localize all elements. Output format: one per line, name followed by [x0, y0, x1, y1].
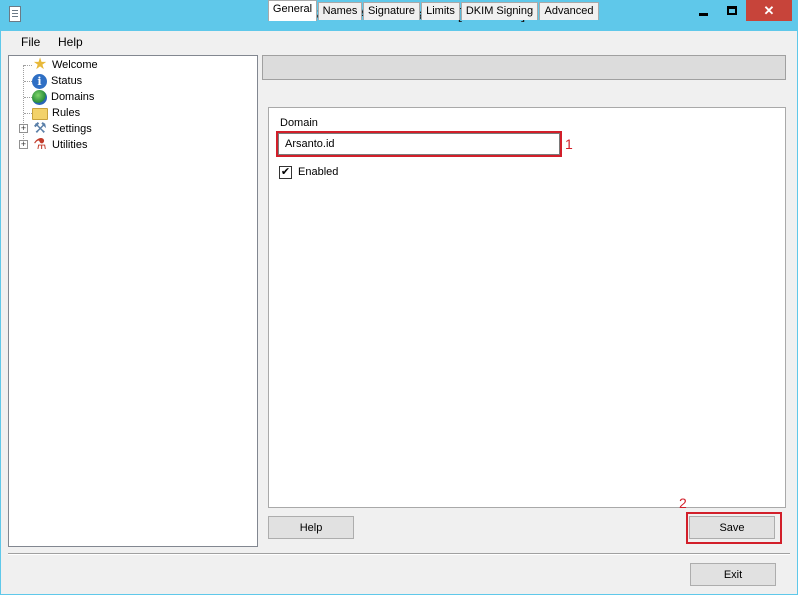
maximize-icon: [726, 6, 737, 15]
minimize-button[interactable]: [690, 0, 717, 21]
help-button[interactable]: Help: [268, 516, 354, 539]
general-tab-panel: [268, 107, 786, 508]
tree-item-label: Settings: [52, 123, 92, 135]
tree-connector: [24, 113, 32, 114]
tools-icon: ⚒: [33, 120, 47, 137]
tree-item-label: Rules: [52, 107, 81, 119]
folder-icon: [32, 108, 48, 120]
minimize-icon: [699, 13, 708, 16]
utilities-icon: ⚗: [33, 136, 47, 153]
tab-names[interactable]: Names: [318, 2, 362, 20]
enabled-checkbox[interactable]: ✔: [279, 166, 292, 179]
tree-item-domains[interactable]: Domains: [32, 89, 94, 105]
expand-utilities-icon[interactable]: +: [19, 140, 28, 149]
checkmark-icon: ✔: [280, 166, 291, 178]
tree-item-welcome[interactable]: ★ Welcome: [32, 57, 98, 73]
tree-item-label: Domains: [51, 91, 95, 103]
exit-button[interactable]: Exit: [690, 563, 776, 586]
tab-signature[interactable]: Signature: [363, 2, 420, 20]
tab-general[interactable]: General: [268, 0, 317, 21]
tab-dkim-signing[interactable]: DKIM Signing: [461, 2, 538, 20]
enabled-label: Enabled: [298, 166, 339, 178]
domain-label: Domain: [280, 117, 318, 129]
content-header: [262, 55, 786, 80]
star-icon: ★: [32, 56, 48, 73]
tab-limits[interactable]: Limits: [421, 2, 460, 20]
tree-item-status[interactable]: i Status: [32, 73, 82, 89]
navigation-tree[interactable]: ★ Welcome i Status Domains Rules + ⚒ Set…: [8, 55, 258, 547]
highlight-box-1: [276, 131, 562, 157]
highlight-marker-1: 1: [565, 136, 573, 152]
tree-item-utilities[interactable]: ⚗ Utilities: [32, 137, 87, 153]
highlight-box-2: [686, 512, 782, 544]
tab-advanced[interactable]: Advanced: [539, 2, 599, 20]
tree-connector: [24, 97, 32, 98]
tree-item-rules[interactable]: Rules: [32, 105, 80, 121]
tree-item-settings[interactable]: ⚒ Settings: [32, 120, 92, 137]
menu-bar: File Help: [0, 31, 798, 53]
maximize-button[interactable]: [718, 0, 745, 21]
close-icon: ✕: [763, 2, 775, 18]
menu-file[interactable]: File: [21, 35, 40, 49]
expand-settings-icon[interactable]: +: [19, 124, 28, 133]
tree-connector: [24, 81, 32, 82]
menu-help[interactable]: Help: [58, 35, 83, 49]
tree-item-label: Welcome: [52, 59, 98, 71]
bottom-separator: [8, 553, 790, 555]
close-button[interactable]: ✕: [746, 0, 792, 21]
highlight-marker-2: 2: [679, 495, 687, 511]
globe-icon: [32, 89, 47, 105]
tree-connector: [23, 65, 24, 145]
info-icon: i: [32, 73, 47, 89]
tree-item-label: Utilities: [52, 139, 88, 151]
tree-connector: [24, 65, 32, 66]
tree-item-label: Status: [51, 75, 83, 87]
